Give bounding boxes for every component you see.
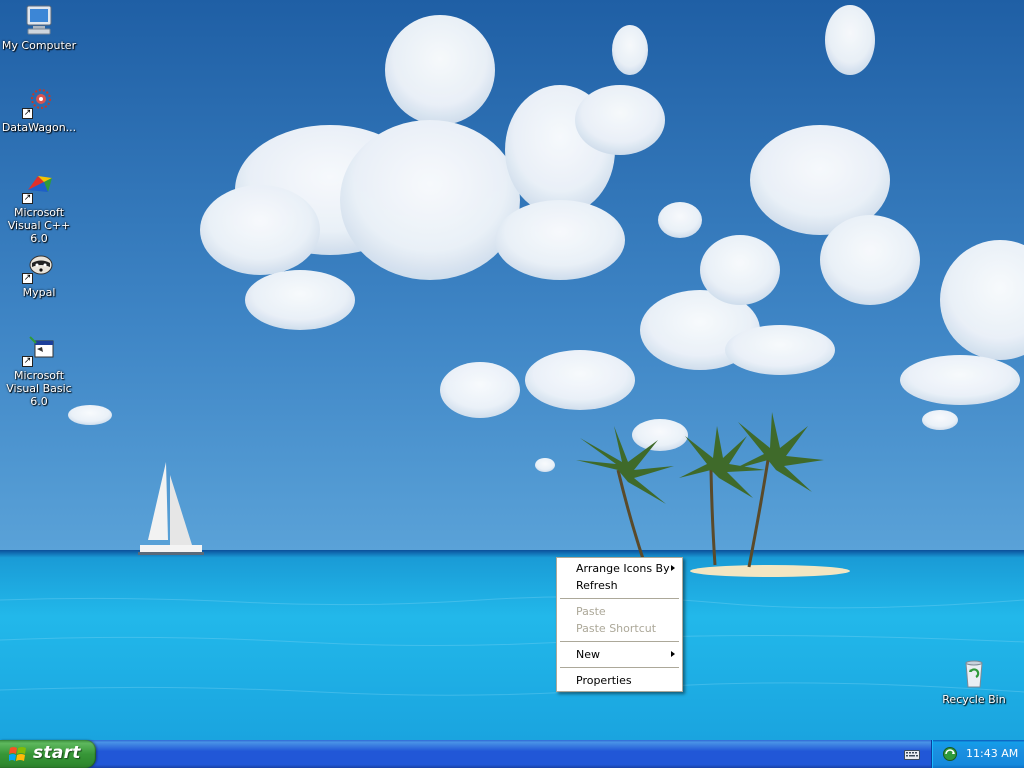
menu-item-paste[interactable]: Paste bbox=[558, 603, 681, 620]
shortcut-arrow-icon: ↗ bbox=[22, 108, 33, 119]
keyboard-icon[interactable] bbox=[904, 747, 920, 761]
start-label: start bbox=[33, 743, 81, 763]
taskbar[interactable]: start 11:43 AM bbox=[0, 740, 1024, 768]
my-computer-icon bbox=[22, 3, 56, 37]
menu-item-new[interactable]: New bbox=[558, 646, 681, 663]
desktop-context-menu: Arrange Icons By Refresh Paste Paste Sho… bbox=[556, 557, 683, 692]
menu-item-arrange-icons-by[interactable]: Arrange Icons By bbox=[558, 560, 681, 577]
menu-item-paste-shortcut[interactable]: Paste Shortcut bbox=[558, 620, 681, 637]
desktop-icon-mypal[interactable]: ↗ Mypal bbox=[0, 250, 78, 299]
desktop-icon-label: Microsoft Visual C++ 6.0 bbox=[7, 206, 71, 245]
menu-separator bbox=[560, 641, 679, 642]
submenu-arrow-icon bbox=[671, 565, 675, 571]
desktop-icon-recycle-bin[interactable]: Recycle Bin bbox=[935, 657, 1013, 706]
submenu-arrow-icon bbox=[671, 651, 675, 657]
desktop-icon-label: My Computer bbox=[1, 39, 77, 52]
shortcut-arrow-icon: ↗ bbox=[22, 356, 33, 367]
start-button[interactable]: start bbox=[0, 740, 96, 768]
network-tray-icon[interactable] bbox=[942, 746, 958, 762]
menu-separator bbox=[560, 598, 679, 599]
menu-item-properties[interactable]: Properties bbox=[558, 672, 681, 689]
menu-item-label: New bbox=[576, 648, 600, 661]
desktop-icon-my-computer[interactable]: My Computer bbox=[0, 3, 78, 52]
shortcut-arrow-icon: ↗ bbox=[22, 273, 33, 284]
menu-item-label: Refresh bbox=[576, 579, 618, 592]
desktop-icon-visual-basic[interactable]: ↗ Microsoft Visual Basic 6.0 bbox=[0, 333, 78, 408]
desktop-icon-label: Microsoft Visual Basic 6.0 bbox=[6, 369, 72, 408]
menu-item-label: Paste bbox=[576, 605, 606, 618]
desktop-wallpaper[interactable] bbox=[0, 0, 1024, 740]
desktop-icon-label: Recycle Bin bbox=[942, 693, 1006, 706]
system-tray: 11:43 AM bbox=[931, 740, 1024, 768]
recycle-bin-icon bbox=[957, 657, 991, 691]
desktop-icon-visual-cpp[interactable]: ↗ Microsoft Visual C++ 6.0 bbox=[0, 170, 78, 245]
wallpaper-image bbox=[0, 0, 1024, 740]
visual-basic-icon: ↗ bbox=[22, 333, 56, 367]
menu-item-label: Arrange Icons By bbox=[576, 562, 670, 575]
tray-clock[interactable]: 11:43 AM bbox=[966, 747, 1018, 760]
visual-cpp-icon: ↗ bbox=[22, 170, 56, 204]
menu-separator bbox=[560, 667, 679, 668]
desktop-icon-datawagon[interactable]: ↗ DataWagon... bbox=[0, 85, 78, 134]
shortcut-arrow-icon: ↗ bbox=[22, 193, 33, 204]
menu-item-label: Properties bbox=[576, 674, 632, 687]
desktop-icon-label: DataWagon... bbox=[1, 121, 77, 134]
datawagon-icon: ↗ bbox=[22, 85, 56, 119]
desktop-icon-label: Mypal bbox=[22, 286, 56, 299]
menu-item-label: Paste Shortcut bbox=[576, 622, 657, 635]
windows-flag-icon bbox=[9, 746, 27, 763]
mypal-icon: ↗ bbox=[22, 250, 56, 284]
menu-item-refresh[interactable]: Refresh bbox=[558, 577, 681, 594]
